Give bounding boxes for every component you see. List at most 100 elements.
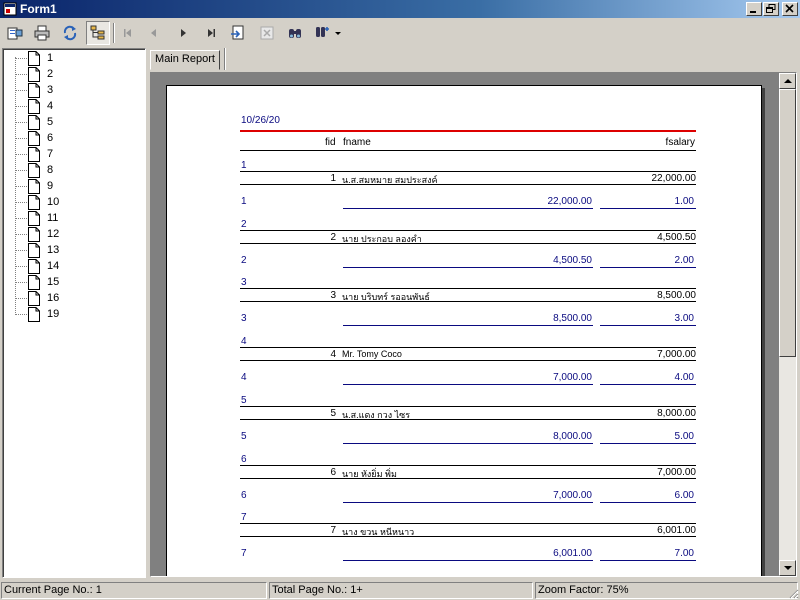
- find-text-button[interactable]: [283, 21, 307, 45]
- find-icon: [289, 29, 301, 38]
- count-underline: [600, 501, 696, 503]
- record-fsalary: 7,000.00: [657, 349, 696, 361]
- group-running-count: 5.00: [674, 430, 694, 442]
- tree-node-label: 19: [47, 308, 60, 320]
- count-underline: [600, 266, 696, 268]
- tree-node-label: 3: [47, 84, 54, 96]
- minimize-icon: [750, 11, 756, 13]
- tree-node-page[interactable]: 13: [3, 242, 143, 258]
- tree-node-label: 1: [47, 52, 54, 64]
- tree-node-page[interactable]: 8: [3, 162, 143, 178]
- page-icon: [28, 275, 40, 290]
- group-running-count: 7.00: [674, 548, 694, 560]
- last-page-icon: [208, 29, 215, 37]
- report-viewport[interactable]: 10/26/20 fid fname fsalary 1 1 น.ส.สมหมาย …: [150, 72, 797, 577]
- tree-node-page[interactable]: 7: [3, 146, 143, 162]
- column-header-fid: fid: [325, 137, 336, 148]
- tree-node-page[interactable]: 11: [3, 210, 143, 226]
- next-page-button[interactable]: [171, 21, 195, 45]
- next-page-icon: [181, 29, 186, 37]
- tree-node-page[interactable]: 12: [3, 226, 143, 242]
- first-page-button[interactable]: [116, 21, 140, 45]
- record-fsalary: 8,500.00: [657, 290, 696, 302]
- scroll-down-button[interactable]: [779, 560, 796, 576]
- refresh-icon: [63, 25, 77, 41]
- zoom-dropdown-button[interactable]: [311, 21, 343, 45]
- tree-node-page[interactable]: 4: [3, 98, 143, 114]
- record-fsalary: 6,001.00: [657, 525, 696, 537]
- tree-connector: [15, 74, 27, 75]
- page-icon: [28, 131, 40, 146]
- record-fid: 3: [330, 290, 336, 302]
- tree-node-page[interactable]: 3: [3, 82, 143, 98]
- group-footer-id: 7: [241, 548, 247, 560]
- column-header-fsalary: fsalary: [665, 137, 695, 148]
- title-bar[interactable]: Form1: [0, 0, 800, 18]
- close-button[interactable]: [782, 2, 798, 16]
- count-underline: [600, 560, 696, 562]
- sum-underline: [343, 560, 593, 562]
- group-salary-sum: 7,000.00: [553, 372, 592, 384]
- group-running-count: 2.00: [674, 254, 694, 266]
- group-running-count: 6.00: [674, 489, 694, 501]
- last-page-button[interactable]: [199, 21, 223, 45]
- tree-node-page[interactable]: 14: [3, 258, 143, 274]
- vertical-scrollbar[interactable]: [779, 73, 796, 576]
- first-page-icon: [124, 29, 131, 37]
- tree-node-page[interactable]: 9: [3, 178, 143, 194]
- tree-node-page[interactable]: 15: [3, 274, 143, 290]
- restore-button[interactable]: [763, 2, 779, 16]
- toggle-group-tree-button[interactable]: [86, 21, 110, 45]
- record-fid: 5: [330, 407, 336, 419]
- tree-node-page[interactable]: 1: [3, 50, 143, 66]
- tree-node-label: 2: [47, 68, 54, 80]
- sum-underline: [343, 501, 593, 503]
- tree-connector: [15, 138, 27, 139]
- toolbar: [0, 19, 800, 47]
- tree-node-page[interactable]: 5: [3, 114, 143, 130]
- tree-node-page[interactable]: 16: [3, 290, 143, 306]
- zoom-icon: [316, 27, 341, 37]
- close-current-view-button[interactable]: [255, 21, 279, 45]
- group-footer-id: 6: [241, 489, 247, 501]
- minimize-button[interactable]: [746, 2, 762, 16]
- report-group: 5 5 น.ส.แดง กวง ไซร 8,000.00 5 8,000.00 5.00: [240, 395, 696, 454]
- tree-connector: [15, 90, 27, 91]
- tree-connector: [15, 154, 27, 155]
- tree-connector: [15, 106, 27, 107]
- group-rule: [240, 464, 696, 466]
- tree-connector: [15, 250, 27, 251]
- export-button[interactable]: [3, 21, 27, 45]
- record-rule: [240, 360, 696, 362]
- tree-node-page[interactable]: 10: [3, 194, 143, 210]
- tree-node-label: 15: [47, 276, 60, 288]
- report-group: 3 3 นาย บริบทร์ รออนพันธ์ 8,500.00 3 8,500.00…: [240, 277, 696, 336]
- goto-page-icon: [231, 25, 244, 40]
- record-fsalary: 4,500.50: [657, 231, 696, 243]
- record-fid: 4: [330, 349, 336, 361]
- tree-node-page[interactable]: 19: [3, 306, 143, 322]
- tree-node-label: 14: [47, 260, 60, 272]
- tree-node-page[interactable]: 6: [3, 130, 143, 146]
- report-page: 10/26/20 fid fname fsalary 1 1 น.ส.สมหมาย …: [166, 85, 762, 576]
- header-rule: [240, 150, 696, 151]
- record-fsalary: 8,000.00: [657, 407, 696, 419]
- record-rule: [240, 477, 696, 479]
- resize-grip-icon[interactable]: [787, 587, 799, 599]
- refresh-button[interactable]: [58, 21, 82, 45]
- print-button[interactable]: [30, 21, 54, 45]
- scroll-up-button[interactable]: [779, 73, 796, 89]
- scroll-thumb[interactable]: [779, 89, 796, 357]
- tab-main-report[interactable]: Main Report: [150, 50, 220, 70]
- toggle-tree-icon: [90, 25, 105, 40]
- group-tree[interactable]: 1 2 3 4 5 6 7 8 9 10 11 12 13 14 15 16 19: [2, 48, 146, 578]
- tree-node-page[interactable]: 2: [3, 66, 143, 82]
- group-header-id: 1: [241, 160, 247, 171]
- previous-page-button[interactable]: [142, 21, 166, 45]
- toolbar-separator: [113, 23, 115, 43]
- page-icon: [28, 163, 40, 178]
- group-rule: [240, 347, 696, 349]
- goto-page-button[interactable]: [226, 21, 250, 45]
- group-rule: [240, 405, 696, 407]
- group-salary-sum: 8,000.00: [553, 430, 592, 442]
